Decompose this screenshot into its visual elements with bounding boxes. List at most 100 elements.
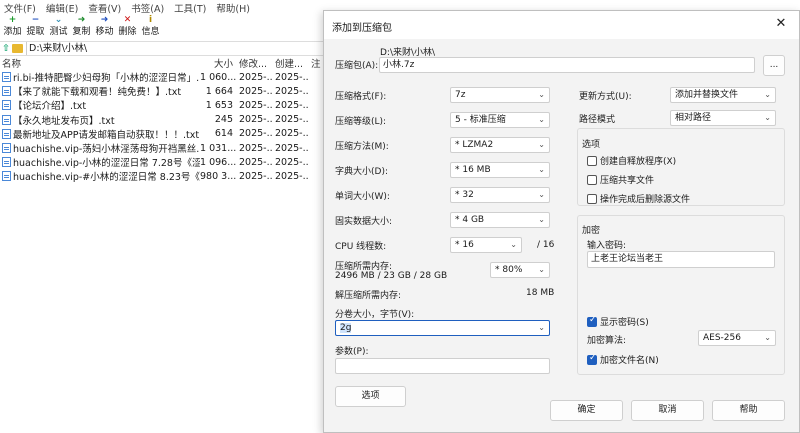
mem-decomp-label: 解压缩所需内存: bbox=[335, 291, 402, 301]
level-select[interactable]: 5 - 标准压缩 ⌄ bbox=[450, 112, 550, 128]
params-input[interactable] bbox=[335, 358, 550, 374]
split-label: 分卷大小，字节(V): bbox=[335, 310, 415, 320]
split-select[interactable]: 2g ⌄ bbox=[335, 320, 550, 336]
checkbox-checked[interactable] bbox=[587, 353, 597, 365]
toolbar-button[interactable]: i 信息 bbox=[140, 15, 161, 41]
file-size: 1 653 bbox=[205, 99, 233, 111]
toolbar-button-label: 测试 bbox=[49, 27, 68, 37]
archive-label: 压缩包(A): bbox=[335, 61, 379, 71]
folder-icon bbox=[12, 44, 23, 53]
menu-item[interactable]: 编辑(E) bbox=[46, 1, 78, 15]
plus-icon: + bbox=[8, 15, 17, 25]
file-list-header: 名称 大小 修改... 创建... 注 bbox=[0, 56, 330, 70]
file-row[interactable]: 【来了就能下载和观看！纯免费！】.txt 1 664 2025-...2025-..… bbox=[0, 84, 330, 98]
dict-select[interactable]: * 16 MB ⌄ bbox=[450, 162, 550, 178]
show-password-checkbox[interactable]: 显示密码(S) bbox=[587, 315, 649, 328]
toolbar-button[interactable]: + 添加 bbox=[2, 15, 23, 41]
menu-item[interactable]: 书签(A) bbox=[131, 1, 164, 15]
method-select[interactable]: * LZMA2 ⌄ bbox=[450, 137, 550, 153]
menu-item[interactable]: 工具(T) bbox=[174, 1, 206, 15]
word-select[interactable]: * 32 ⌄ bbox=[450, 187, 550, 203]
encrypt-names-checkbox[interactable]: 加密文件名(N) bbox=[587, 353, 659, 366]
password-label: 输入密码: bbox=[587, 241, 627, 251]
menu-item[interactable]: 文件(F) bbox=[4, 1, 36, 15]
file-icon bbox=[2, 114, 11, 125]
sfx-checkbox[interactable]: 创建自释放程序(X) bbox=[587, 154, 676, 167]
file-size: 980 3... bbox=[200, 170, 236, 182]
address-path[interactable]: D:\来财\小林\ bbox=[26, 42, 330, 55]
address-bar: ⇧ D:\来财\小林\ bbox=[0, 41, 330, 56]
cpu-label: CPU 线程数: bbox=[335, 242, 387, 252]
toolbar-button[interactable]: ➜ 移动 bbox=[94, 15, 115, 41]
file-name: 【永久地址发布页】.txt bbox=[13, 115, 115, 127]
file-row[interactable]: huachishe.vip-#小林的涩涩日常 8.23号《... 980 3...… bbox=[0, 169, 330, 183]
file-name: 【论坛介绍】.txt bbox=[13, 101, 87, 113]
level-value: 5 - 标准压缩 bbox=[455, 115, 506, 125]
file-size: 1 031... bbox=[200, 142, 236, 154]
file-row[interactable]: huachishe.vip-小林的涩涩日常 7.28号《涩... 1 096...… bbox=[0, 155, 330, 169]
cancel-button[interactable]: 取消 bbox=[631, 400, 704, 421]
chevron-down-icon: ⌄ bbox=[764, 113, 771, 122]
toolbar-button[interactable]: − 提取 bbox=[25, 15, 46, 41]
ok-button[interactable]: 确定 bbox=[550, 400, 623, 421]
update-value: 添加并替换文件 bbox=[675, 90, 739, 100]
chevron-down-icon: ⌄ bbox=[764, 90, 771, 99]
file-size: 1 060... bbox=[200, 71, 236, 83]
file-row[interactable]: ri.bi-推特肥臀少妇母狗「小林的涩涩日常」... 1 060... 2025-.… bbox=[0, 70, 330, 84]
column-created[interactable]: 创建... bbox=[272, 56, 308, 70]
checkbox-checked[interactable] bbox=[587, 315, 597, 327]
column-size[interactable]: 大小 bbox=[200, 56, 236, 70]
options-button[interactable]: 选项 bbox=[335, 386, 406, 407]
column-modified[interactable]: 修改... bbox=[236, 56, 272, 70]
toolbar-button[interactable]: ⌄ 测试 bbox=[48, 15, 69, 41]
format-select[interactable]: 7z ⌄ bbox=[450, 87, 550, 103]
solid-select[interactable]: * 4 GB ⌄ bbox=[450, 212, 550, 228]
file-row[interactable]: huachishe.vip-荡妇小林淫荡母狗开裆黑丝... 1 031... 202… bbox=[0, 141, 330, 155]
browse-button[interactable]: ... bbox=[763, 55, 785, 76]
file-size: 614 bbox=[214, 128, 233, 140]
file-icon bbox=[2, 86, 11, 97]
cpu-select[interactable]: * 16 ⌄ bbox=[450, 237, 522, 253]
method-label: 压缩方法(M): bbox=[335, 142, 389, 152]
menu-item[interactable]: 帮助(H) bbox=[216, 1, 250, 15]
file-row[interactable]: 最新地址及APP请发邮箱自动获取！！！.txt 614 2025-...2025-.… bbox=[0, 127, 330, 141]
file-modified: 2025-... bbox=[239, 170, 272, 182]
add-to-archive-dialog: 添加到压缩包 ✕ 压缩包(A): D:\来财\小林\ 小林.7z ... 压缩格… bbox=[323, 10, 800, 433]
pathmode-select[interactable]: 相对路径 ⌄ bbox=[670, 110, 776, 126]
archive-name-input[interactable]: 小林.7z bbox=[379, 57, 755, 73]
dialog-body: 压缩包(A): D:\来财\小林\ 小林.7z ... 压缩格式(F): 7z ⌄… bbox=[324, 39, 799, 432]
mem-percent-select[interactable]: * 80% ⌄ bbox=[490, 262, 550, 278]
file-created: 2025-... bbox=[275, 156, 308, 168]
file-name-cell: 【永久地址发布页】.txt bbox=[0, 113, 200, 127]
column-name[interactable]: 名称 bbox=[0, 56, 200, 70]
toolbar-button[interactable]: ➜ 复制 bbox=[71, 15, 92, 41]
checkbox-box[interactable] bbox=[587, 174, 597, 185]
file-row[interactable]: 【论坛介绍】.txt 1 653 2025-...2025-... bbox=[0, 98, 330, 112]
close-icon[interactable]: ✕ bbox=[771, 14, 791, 34]
checkbox-box[interactable] bbox=[587, 193, 597, 204]
show-password-label: 显示密码(S) bbox=[600, 318, 649, 328]
delete-checkbox[interactable]: 操作完成后删除源文件 bbox=[587, 192, 690, 205]
chevron-down-icon: ⌄ bbox=[538, 265, 545, 274]
file-row[interactable]: 【永久地址发布页】.txt 245 2025-...2025-... bbox=[0, 113, 330, 127]
checkbox-box[interactable] bbox=[587, 155, 597, 166]
chevron-down-icon: ⌄ bbox=[538, 90, 545, 99]
enc-method-label: 加密算法: bbox=[587, 336, 627, 346]
file-name-cell: 【来了就能下载和观看！纯免费！】.txt bbox=[0, 84, 200, 98]
toolbar-button-label: 提取 bbox=[26, 27, 45, 37]
enc-method-select[interactable]: AES-256 ⌄ bbox=[698, 330, 776, 346]
chevron-down-icon: ⌄ bbox=[538, 323, 545, 332]
update-select[interactable]: 添加并替换文件 ⌄ bbox=[670, 87, 776, 103]
file-name-cell: huachishe.vip-#小林的涩涩日常 8.23号《... bbox=[0, 169, 200, 183]
file-icon bbox=[2, 157, 11, 168]
menu-item[interactable]: 查看(V) bbox=[88, 1, 121, 15]
shared-checkbox[interactable]: 压缩共享文件 bbox=[587, 173, 654, 186]
file-name: ri.bi-推特肥臀少妇母狗「小林的涩涩日常」... bbox=[13, 73, 200, 85]
toolbar-button[interactable]: ✕ 删除 bbox=[117, 15, 138, 41]
up-arrow-icon[interactable]: ⇧ bbox=[0, 43, 12, 54]
file-created: 2025-... bbox=[275, 170, 308, 182]
password-input[interactable]: 上老王论坛当老王 bbox=[587, 251, 775, 268]
help-button[interactable]: 帮助 bbox=[712, 400, 785, 421]
format-value: 7z bbox=[455, 90, 466, 100]
file-created: 2025-... bbox=[275, 142, 308, 154]
